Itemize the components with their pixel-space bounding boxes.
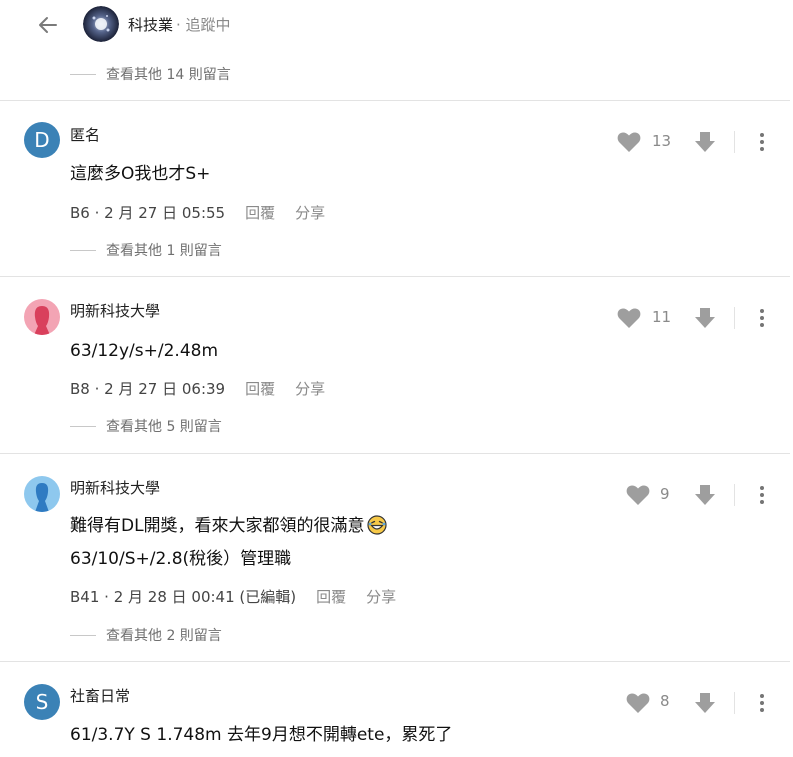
more-options-icon[interactable] [759, 693, 765, 713]
reply-button[interactable]: 回覆 [245, 202, 275, 223]
avatar[interactable] [24, 299, 60, 335]
avatar-letter: S [35, 690, 49, 714]
separator [734, 131, 735, 153]
separator [734, 484, 735, 506]
like-count: 8 [660, 692, 670, 710]
female-avatar-icon [34, 306, 50, 335]
thumbs-down-icon[interactable] [694, 484, 716, 506]
more-replies-label: 查看其他 2 則留言 [106, 628, 222, 644]
reply-button[interactable]: 回覆 [316, 586, 346, 607]
comment-text: 難得有DL開獎，看來大家都領的很滿意 [70, 515, 387, 537]
thumbs-down-icon[interactable] [694, 307, 716, 329]
reply-button[interactable]: 回覆 [245, 378, 275, 399]
timestamp: · 2 月 27 日 06:39 [94, 380, 226, 398]
share-button[interactable]: 分享 [295, 378, 325, 399]
floor-number: B8 [70, 379, 90, 398]
comment-author[interactable]: 匿名 [70, 124, 100, 145]
forum-title[interactable]: 科技業 [128, 14, 173, 35]
comment-text: 61/3.7Y S 1.748m 去年9月想不開轉ete，累死了 [70, 725, 453, 745]
heart-icon[interactable] [626, 484, 650, 506]
comment-meta: B8 · 2 月 27 日 06:39 回覆 分享 [70, 378, 325, 399]
more-replies-link[interactable]: 查看其他 2 則留言 [70, 625, 222, 645]
timestamp: · 2 月 27 日 05:55 [94, 204, 226, 222]
avatar[interactable] [24, 476, 60, 512]
heart-icon[interactable] [617, 307, 641, 329]
more-replies-link[interactable]: 查看其他 1 則留言 [70, 240, 222, 260]
divider [0, 453, 790, 454]
more-replies-label: 查看其他 1 則留言 [106, 243, 222, 259]
more-options-icon[interactable] [759, 485, 765, 505]
share-button[interactable]: 分享 [295, 202, 325, 223]
more-options-icon[interactable] [759, 308, 765, 328]
timestamp: · 2 月 28 日 00:41 (已編輯) [104, 588, 297, 606]
back-arrow-icon[interactable] [36, 13, 60, 37]
like-count: 11 [652, 308, 672, 326]
more-replies-link[interactable]: 查看其他 5 則留言 [70, 416, 222, 436]
laughing-emoji-icon [366, 515, 387, 535]
divider [0, 100, 790, 101]
heart-icon[interactable] [626, 692, 650, 714]
heart-icon[interactable] [617, 131, 641, 153]
like-count: 9 [660, 485, 670, 503]
comment-text: 這麼多O我也才S+ [70, 164, 211, 184]
comment-author[interactable]: 明新科技大學 [70, 477, 160, 498]
avatar[interactable]: S [24, 684, 60, 720]
thread-line [70, 425, 96, 427]
share-button[interactable]: 分享 [366, 586, 396, 607]
comment-author[interactable]: 社畜日常 [70, 685, 130, 706]
more-options-icon[interactable] [759, 132, 765, 152]
like-count: 13 [652, 132, 672, 150]
divider [0, 661, 790, 662]
comment-text: 63/12y/s+/2.48m [70, 341, 219, 361]
post-header: 科技業 · 追蹤中 [0, 0, 793, 50]
comment-meta: B41 · 2 月 28 日 00:41 (已編輯) 回覆 分享 [70, 586, 396, 607]
thread-line [70, 73, 96, 75]
floor-number: B41 [70, 587, 100, 606]
comment-text-line: 難得有DL開獎，看來大家都領的很滿意 [70, 516, 365, 536]
thread-line [70, 249, 96, 251]
thumbs-down-icon[interactable] [694, 692, 716, 714]
thread-line [70, 634, 96, 636]
more-replies-link[interactable]: 查看其他 14 則留言 [70, 64, 231, 84]
divider [0, 276, 790, 277]
separator [734, 307, 735, 329]
more-replies-label: 查看其他 5 則留言 [106, 419, 222, 435]
forum-avatar[interactable] [83, 6, 119, 42]
comment-meta: B6 · 2 月 27 日 05:55 回覆 分享 [70, 202, 325, 223]
avatar[interactable]: D [24, 122, 60, 158]
male-avatar-icon [35, 483, 49, 512]
comment-author[interactable]: 明新科技大學 [70, 300, 160, 321]
avatar-letter: D [34, 128, 50, 152]
thumbs-down-icon[interactable] [694, 131, 716, 153]
more-replies-label: 查看其他 14 則留言 [106, 67, 231, 83]
separator [734, 692, 735, 714]
floor-number: B6 [70, 203, 90, 222]
comment-text: 63/10/S+/2.8(稅後）管理職 [70, 549, 292, 569]
follow-status[interactable]: · 追蹤中 [176, 14, 231, 35]
